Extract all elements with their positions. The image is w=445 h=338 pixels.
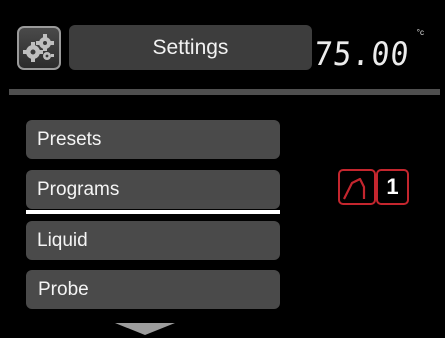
menu-item-presets[interactable]: Presets xyxy=(26,120,280,159)
menu-item-label: Probe xyxy=(38,278,89,300)
menu-item-probe[interactable]: Probe xyxy=(26,270,280,309)
temperature-value: 75.00 xyxy=(312,36,412,74)
triangle-down-icon[interactable] xyxy=(115,323,175,335)
menu-item-programs[interactable]: Programs xyxy=(26,170,280,209)
menu-item-label: Presets xyxy=(37,128,102,150)
program-profile-icon xyxy=(338,169,376,205)
settings-screen: Settings 75.00 °c Presets Programs Liqui… xyxy=(0,0,445,338)
gear-cluster-icon xyxy=(23,34,54,62)
program-number: 1 xyxy=(386,174,399,199)
settings-button[interactable] xyxy=(17,26,61,70)
header-divider xyxy=(9,89,440,95)
page-title: Settings xyxy=(152,35,229,59)
selection-indicator xyxy=(26,210,280,214)
program-number-box: 1 xyxy=(376,169,409,205)
menu-item-label: Liquid xyxy=(37,229,88,251)
menu-item-liquid[interactable]: Liquid xyxy=(26,221,280,260)
menu-item-label: Programs xyxy=(37,178,120,200)
title-bar: Settings xyxy=(69,25,312,70)
temperature-unit: °c xyxy=(416,28,424,37)
temperature-readout: 75.00 °c xyxy=(312,28,424,78)
program-indicator: 1 xyxy=(338,169,414,205)
